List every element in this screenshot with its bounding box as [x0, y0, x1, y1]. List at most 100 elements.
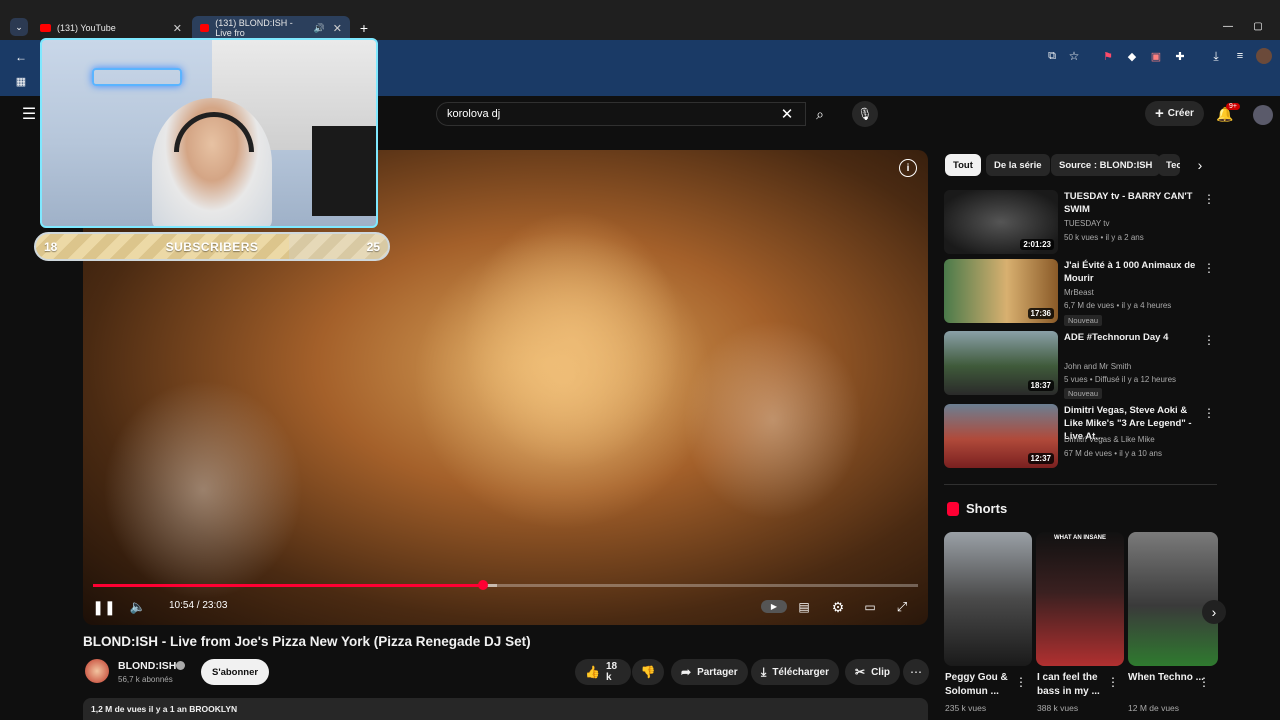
close-tab-icon[interactable]: ✕ — [333, 22, 342, 35]
mic-icon[interactable]: 🎙 — [852, 101, 878, 127]
create-button[interactable]: + Créer — [1145, 101, 1204, 126]
download-icon[interactable]: ⤓ — [1208, 48, 1224, 64]
settings-gear-icon[interactable]: ⚙ — [829, 598, 847, 616]
clear-search-icon[interactable]: ✕ — [778, 105, 796, 123]
chip-series[interactable]: De la série — [986, 154, 1050, 176]
video-thumbnail[interactable]: 12:37 — [944, 404, 1058, 468]
captions-icon[interactable]: ▤ — [795, 598, 813, 616]
more-vertical-icon[interactable]: ⋮ — [1107, 675, 1119, 689]
download-label: Télécharger — [772, 666, 830, 678]
extension-red-icon[interactable]: ⚑ — [1100, 48, 1116, 64]
subscribe-button[interactable]: S'abonner — [201, 659, 270, 685]
reading-list-icon[interactable]: ≡ — [1232, 48, 1248, 64]
channel-avatar[interactable] — [85, 659, 109, 683]
short-views: 235 k vues — [945, 703, 987, 713]
duration-badge: 17:36 — [1027, 308, 1054, 319]
subscriber-label: SUBSCRIBERS — [165, 240, 259, 254]
channel-name[interactable]: BLOND:ISH — [118, 660, 176, 672]
video-thumbnail[interactable]: 2:01:23 — [944, 190, 1058, 254]
download-icon: ⤓ — [761, 664, 767, 679]
close-tab-icon[interactable]: ✕ — [173, 22, 182, 35]
more-vertical-icon[interactable]: ⋮ — [1203, 333, 1215, 347]
cast-icon[interactable]: ⧉ — [1044, 48, 1060, 64]
progress-fill — [93, 584, 484, 587]
autoplay-toggle[interactable]: ▶ — [761, 600, 787, 613]
plus-icon: + — [1155, 105, 1164, 122]
recommendation-title: TUESDAY tv - BARRY CAN'T SWIM — [1064, 191, 1193, 215]
minimize-icon[interactable]: — — [1220, 18, 1236, 34]
speaker-icon[interactable]: 🔊 — [314, 23, 325, 34]
subscribe-label: S'abonner — [212, 666, 259, 678]
extension-calendar-icon[interactable]: ▣ — [1148, 48, 1164, 64]
description-box[interactable]: 1,2 M de vues il y a 1 an BROOKLYN — [83, 698, 928, 720]
chevron-right-icon[interactable]: › — [1192, 157, 1208, 173]
more-horizontal-icon: ⋯ — [910, 665, 922, 679]
shorts-logo-icon — [947, 502, 959, 516]
plus-icon[interactable]: + — [356, 20, 372, 36]
streamer-webcam — [40, 38, 378, 228]
profile-avatar-icon[interactable] — [1256, 48, 1272, 64]
tab-youtube[interactable]: (131) YouTube ✕ — [32, 16, 190, 40]
more-actions-button[interactable]: ⋯ — [903, 659, 929, 685]
download-button[interactable]: ⤓ Télécharger — [751, 659, 840, 685]
recommendation-item[interactable]: 2:01:23 TUESDAY tv - BARRY CAN'T SWIM TU… — [944, 190, 1219, 256]
tab-label: (131) YouTube — [57, 23, 116, 33]
like-count: 18 k — [605, 661, 618, 683]
tab-blondish[interactable]: (131) BLOND:ISH - Live fro 🔊 ✕ — [192, 16, 350, 40]
maximize-icon[interactable]: ▢ — [1250, 18, 1266, 34]
search-input[interactable]: korolova dj — [436, 102, 806, 126]
recommendation-channel: John and Mr Smith — [1064, 362, 1132, 371]
like-button[interactable]: 👍 18 k — [575, 659, 631, 685]
apps-grid-icon[interactable]: ▦ — [12, 72, 30, 90]
short-thumbnail[interactable] — [944, 532, 1032, 666]
thumbs-up-icon: 👍 — [585, 665, 600, 679]
back-arrow-icon[interactable]: ← — [12, 48, 30, 66]
video-frame-figure — [683, 320, 863, 520]
extension-diamond-icon[interactable]: ◆ — [1124, 48, 1140, 64]
pause-icon[interactable]: ❚❚ — [92, 598, 115, 616]
short-thumbnail[interactable] — [1128, 532, 1218, 666]
dislike-button[interactable]: 👎 — [632, 659, 664, 685]
recommendation-item[interactable]: 18:37 ADE #Technorun Day 4 John and Mr S… — [944, 331, 1219, 399]
extensions-puzzle-icon[interactable]: ✚ — [1172, 48, 1188, 64]
share-arrow-icon: ➦ — [681, 665, 692, 679]
chevron-right-icon[interactable]: › — [1202, 600, 1226, 624]
info-icon[interactable]: i — [899, 159, 917, 177]
clip-button[interactable]: ✂ Clip — [845, 659, 900, 685]
more-vertical-icon[interactable]: ⋮ — [1203, 406, 1215, 420]
miniplayer-icon[interactable]: ▭ — [861, 598, 879, 616]
video-frame-figure — [103, 380, 303, 600]
bookmark-star-icon[interactable]: ☆ — [1066, 48, 1082, 64]
short-title: When Techno ... — [1128, 672, 1204, 683]
more-vertical-icon[interactable]: ⋮ — [1203, 192, 1215, 206]
section-divider — [944, 484, 1217, 485]
progress-bar[interactable] — [93, 580, 918, 590]
share-button[interactable]: ➦ Partager — [671, 659, 748, 685]
account-avatar[interactable] — [1253, 105, 1273, 125]
chip-source[interactable]: Source : BLOND:ISH — [1051, 154, 1161, 176]
chip-all[interactable]: Tout — [945, 154, 981, 176]
recommendation-item[interactable]: 12:37 Dimitri Vegas, Steve Aoki & Like M… — [944, 404, 1219, 470]
more-vertical-icon[interactable]: ⋮ — [1198, 675, 1210, 689]
recommendation-channel: MrBeast — [1064, 288, 1094, 297]
short-overlay-text: WHAT AN INSANE — [1054, 535, 1106, 541]
more-vertical-icon[interactable]: ⋮ — [1015, 675, 1027, 689]
search-icon[interactable]: ⌕ — [806, 102, 834, 126]
recommendation-channel: TUESDAY tv — [1064, 219, 1110, 228]
video-thumbnail[interactable]: 17:36 — [944, 259, 1058, 323]
more-vertical-icon[interactable]: ⋮ — [1203, 261, 1215, 275]
duration-badge: 12:37 — [1027, 453, 1054, 464]
video-stats: 1,2 M de vues il y a 1 an BROOKLYN — [91, 704, 238, 714]
new-badge: Nouveau — [1064, 315, 1103, 326]
browser-tab-bar: ⌄ (131) YouTube ✕ (131) BLOND:ISH - Live… — [0, 0, 1280, 40]
chip-tech[interactable]: Tec — [1158, 154, 1180, 176]
short-title: Peggy Gou & Solomun ... — [945, 672, 1008, 697]
subscriber-goal: 25 — [366, 240, 380, 254]
video-thumbnail[interactable]: 18:37 — [944, 331, 1058, 395]
recommendation-item[interactable]: 17:36 J'ai Évité à 1 000 Animaux de Mour… — [944, 259, 1219, 326]
volume-icon[interactable]: 🔈 — [129, 598, 147, 616]
fullscreen-icon[interactable]: ⤢ — [893, 598, 911, 616]
tab-search-icon[interactable]: ⌄ — [10, 18, 28, 36]
hamburger-menu-icon[interactable]: ☰ — [20, 106, 38, 123]
short-thumbnail[interactable]: WHAT AN INSANE — [1036, 532, 1124, 666]
